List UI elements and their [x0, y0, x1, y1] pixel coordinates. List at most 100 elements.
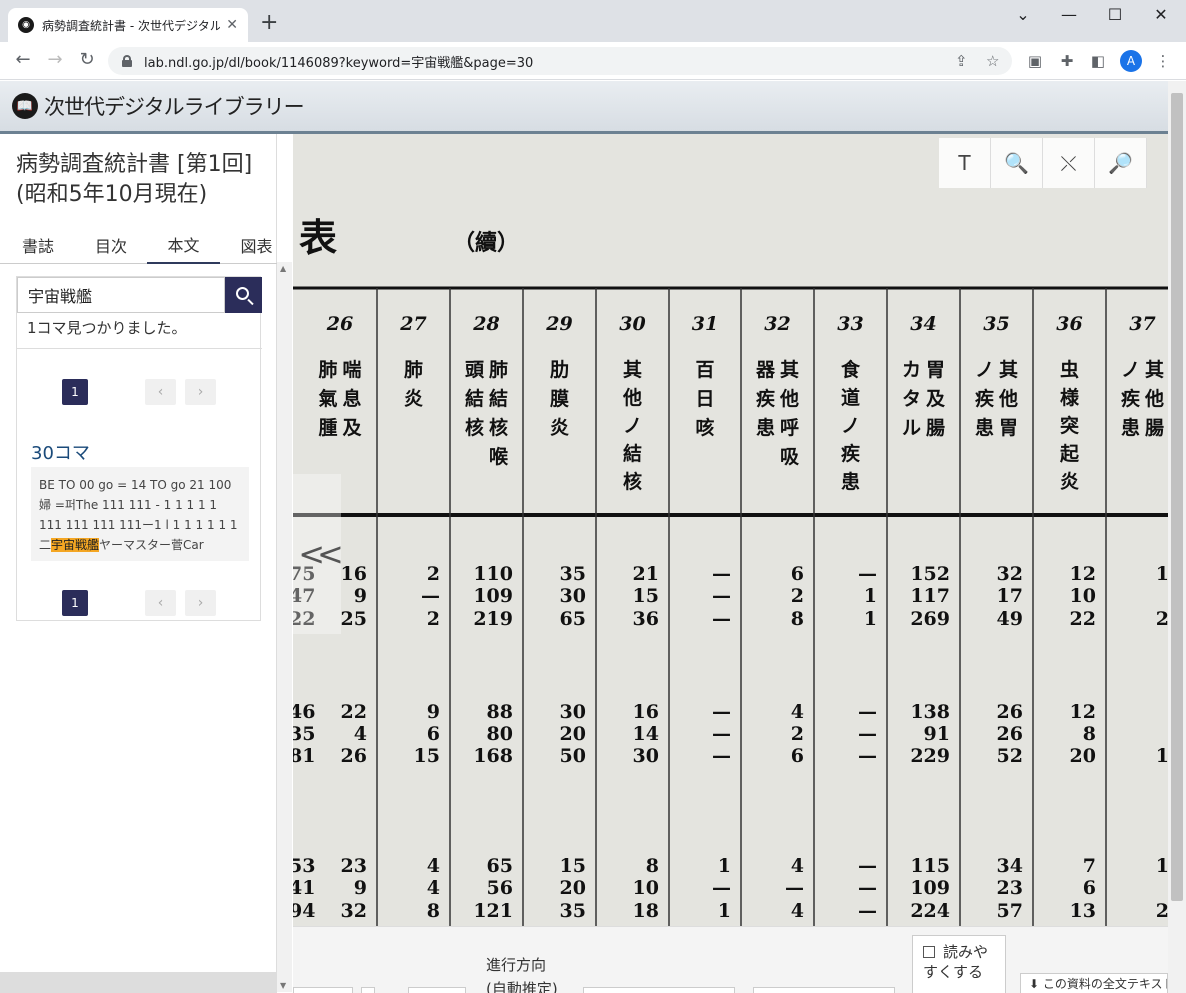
forward-arrow-icon[interactable]: → — [44, 50, 66, 70]
zoom-out-icon[interactable]: 🔍 — [991, 138, 1043, 188]
column-label-char: 頭 — [465, 359, 485, 381]
bookmark-star-icon[interactable]: ☆ — [986, 52, 999, 70]
column-label-char: 炎 — [550, 417, 569, 439]
direction-select[interactable] — [583, 987, 735, 993]
side-panel-icon[interactable]: ◧ — [1088, 52, 1108, 70]
snippet-highlight: 宇宙戦艦 — [51, 538, 100, 552]
browser-menu-icon[interactable]: ⋮ — [1153, 52, 1173, 70]
next-page-icon[interactable]: › — [185, 590, 216, 616]
tab-title: 病勢調査統計書 - 次世代デジタルラ — [42, 18, 221, 33]
keyword-search-input[interactable] — [17, 277, 225, 313]
column-label-char: 疾 — [1121, 387, 1141, 410]
snippet-text-after: ヤーマスター菅Car — [99, 538, 204, 552]
table-cell-value: 26 — [997, 723, 1023, 745]
previous-page-button[interactable]: << — [293, 474, 344, 634]
text-mode-button[interactable]: T — [939, 138, 991, 188]
table-cell-value: 25 — [341, 608, 367, 630]
column-label-char: 其 — [1145, 359, 1164, 381]
tab-text[interactable]: 本文 — [147, 226, 220, 264]
prev-page-icon[interactable]: ‹ — [145, 379, 176, 405]
fit-screen-icon[interactable]: ⤬ — [1043, 138, 1095, 188]
table-cell-value: 2 — [791, 723, 804, 745]
table-cell-value: 65 — [487, 855, 513, 877]
detail-tabs: 書誌 目次 本文 図表 — [0, 226, 277, 264]
table-cell-value: 26 — [997, 701, 1023, 723]
tab-bibliography[interactable]: 書誌 — [0, 226, 76, 264]
table-cell-value: — — [858, 877, 877, 899]
browser-toolbar: ← → ↻ lab.ndl.go.jp/dl/book/1146089?keyw… — [0, 42, 1186, 80]
search-button[interactable] — [225, 277, 262, 313]
table-cell-value: 65 — [560, 608, 586, 630]
table-cell-value: 1 — [1156, 745, 1168, 767]
page-background — [293, 134, 1168, 926]
scrollbar-thumb[interactable] — [1171, 93, 1183, 901]
column-label-char: 患 — [975, 416, 994, 439]
table-cell-value: 9 — [354, 877, 367, 899]
column-label-char: 喉 — [489, 445, 509, 468]
search-panel: 1コマ見つかりました。 1 ‹ › 30コマ BE TO 00 go = 14 … — [16, 276, 262, 621]
column-label-char: 様 — [1060, 386, 1080, 409]
control-box[interactable] — [408, 987, 466, 993]
left-panel-footer — [0, 972, 277, 993]
tab-close-icon[interactable]: ✕ — [226, 17, 238, 33]
table-cell-value: 21 — [633, 563, 659, 585]
readable-checkbox[interactable] — [923, 946, 935, 958]
table-cell-value: 8 — [1083, 723, 1096, 745]
column-label-char: 患 — [1121, 416, 1140, 439]
next-page-icon[interactable]: › — [185, 379, 216, 405]
readable-toggle[interactable]: 読みやすくする — [912, 935, 1006, 993]
scroll-down-icon[interactable]: ▼ — [280, 981, 286, 990]
hit-koma-link[interactable]: 30コマ — [31, 439, 90, 465]
column-label-char: 道 — [841, 386, 860, 409]
window-close-button[interactable]: ✕ — [1138, 5, 1184, 24]
window-minimize-button[interactable]: — — [1046, 5, 1092, 24]
profile-avatar[interactable]: A — [1120, 50, 1142, 72]
reading-mode-icon[interactable]: ▣ — [1025, 52, 1045, 70]
table-cell-value: 6 — [427, 723, 440, 745]
table-cell-value: 12 — [1070, 563, 1096, 585]
table-cell-value: — — [858, 855, 877, 877]
control-box[interactable] — [293, 987, 353, 993]
book-logo-icon[interactable]: 📖 — [12, 93, 38, 119]
column-label-char: 患 — [756, 416, 775, 439]
column-number: 33 — [837, 313, 863, 335]
table-cell-value: 8 — [646, 855, 659, 877]
left-panel-scrollbar[interactable]: ▲ ▼ — [277, 262, 292, 992]
tab-figures[interactable]: 図表 — [220, 226, 293, 264]
control-box[interactable] — [361, 987, 375, 993]
table-cell-value: 224 — [910, 900, 950, 922]
window-menu-icon[interactable]: ⌄ — [1000, 5, 1046, 24]
reload-icon[interactable]: ↻ — [76, 50, 98, 70]
page-number-button[interactable]: 1 — [62, 379, 88, 405]
new-tab-button[interactable]: + — [260, 12, 278, 34]
table-cell-value: 52 — [997, 745, 1023, 767]
fulltext-download-button[interactable]: ⬇ この資料の全文テキスト — [1020, 973, 1168, 993]
scroll-up-icon[interactable]: ▲ — [280, 264, 286, 273]
control-box[interactable] — [753, 987, 895, 993]
page-number-button[interactable]: 1 — [62, 590, 88, 616]
browser-tab[interactable]: ◉ 病勢調査統計書 - 次世代デジタルラ ✕ — [8, 8, 248, 42]
hit-snippet[interactable]: BE TO 00 go = 14 TO go 21 100婦 =퍼The 111… — [31, 467, 249, 561]
page-viewer[interactable]: 表 （續） 26 喘息及肺氣腫 27 肺炎 28 肺結核喉頭結核 29 肋膜炎 30 其他ノ結核 3… — [293, 134, 1168, 926]
page-scrollbar[interactable] — [1168, 81, 1186, 993]
site-name[interactable]: 次世代デジタルライブラリー — [44, 91, 305, 121]
column-label-char: 肋 — [550, 358, 569, 381]
share-icon[interactable]: ⇪ — [955, 52, 968, 70]
zoom-in-icon[interactable]: 🔎 — [1095, 138, 1147, 188]
table-cell-value: 269 — [910, 608, 950, 630]
column-label-char: 喘 — [342, 358, 361, 381]
window-maximize-button[interactable]: ☐ — [1092, 5, 1138, 24]
table-cell-value: 8 — [427, 900, 440, 922]
prev-page-icon[interactable]: ‹ — [145, 590, 176, 616]
extensions-puzzle-icon[interactable]: ✚ — [1057, 52, 1077, 70]
column-label-char: 他 — [779, 387, 799, 410]
table-cell-value: 4 — [427, 855, 440, 877]
column-label-char: 他 — [622, 386, 642, 409]
back-arrow-icon[interactable]: ← — [12, 50, 34, 70]
address-bar[interactable]: lab.ndl.go.jp/dl/book/1146089?keyword=宇宙… — [108, 47, 1012, 75]
viewer-bottom-controls: 進行方向 (自動推定) 読みやすくする ⬇ この資料の全文テキスト — [293, 926, 1168, 993]
tab-contents[interactable]: 目次 — [76, 226, 146, 264]
column-number: 32 — [764, 313, 790, 335]
table-cell-value: 14 — [633, 723, 659, 745]
column-label-char: 核 — [623, 470, 642, 493]
